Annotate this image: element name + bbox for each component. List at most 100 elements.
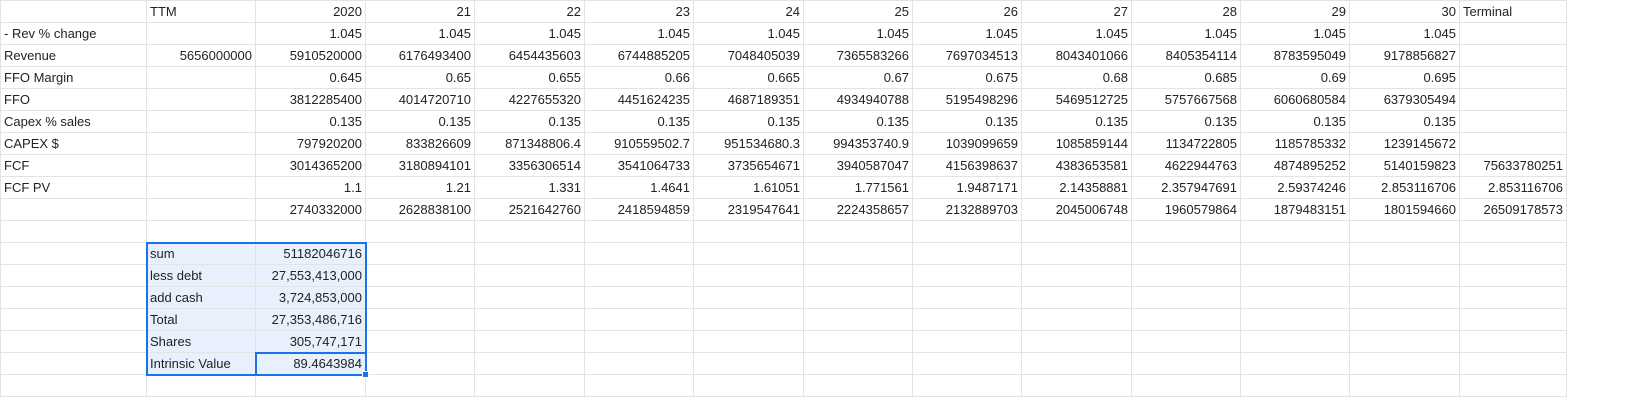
- cell[interactable]: 2.357947691: [1131, 176, 1241, 199]
- cell[interactable]: 0.675: [912, 66, 1022, 89]
- cell[interactable]: sum: [146, 242, 256, 265]
- cell[interactable]: 1134722805: [1131, 132, 1241, 155]
- cell[interactable]: 5757667568: [1131, 88, 1241, 111]
- cell[interactable]: 5656000000: [146, 44, 256, 67]
- cell[interactable]: 3541064733: [584, 154, 694, 177]
- cell[interactable]: [1021, 330, 1132, 353]
- row-label-cell[interactable]: [0, 264, 147, 287]
- cell[interactable]: [803, 286, 913, 309]
- cell[interactable]: [1240, 220, 1350, 243]
- cell[interactable]: 0.135: [365, 110, 475, 133]
- cell[interactable]: [803, 242, 913, 265]
- cell[interactable]: 910559502.7: [584, 132, 694, 155]
- cell[interactable]: [474, 220, 585, 243]
- cell[interactable]: 4687189351: [693, 88, 804, 111]
- cell[interactable]: [474, 308, 585, 331]
- cell[interactable]: [146, 132, 256, 155]
- cell[interactable]: [803, 330, 913, 353]
- cell[interactable]: 0.135: [1131, 110, 1241, 133]
- row-label-cell[interactable]: [0, 220, 147, 243]
- cell[interactable]: 3014365200: [255, 154, 366, 177]
- cell[interactable]: [584, 286, 694, 309]
- cell[interactable]: Total: [146, 308, 256, 331]
- cell[interactable]: 2.853116706: [1459, 176, 1567, 199]
- cell[interactable]: 4874895252: [1240, 154, 1350, 177]
- cell[interactable]: [365, 374, 475, 397]
- cell[interactable]: [146, 22, 256, 45]
- cell[interactable]: 1.1: [255, 176, 366, 199]
- cell[interactable]: 1239145672: [1349, 132, 1460, 155]
- cell[interactable]: 5469512725: [1021, 88, 1132, 111]
- cell[interactable]: 1960579864: [1131, 198, 1241, 221]
- cell[interactable]: 4451624235: [584, 88, 694, 111]
- cell[interactable]: 3,724,853,000: [255, 286, 366, 309]
- cell[interactable]: 7048405039: [693, 44, 804, 67]
- cell[interactable]: [146, 110, 256, 133]
- cell[interactable]: [1349, 374, 1460, 397]
- header-cell[interactable]: 24: [693, 0, 804, 23]
- row-label-cell[interactable]: CAPEX $: [0, 132, 147, 155]
- cell[interactable]: [912, 308, 1022, 331]
- cell[interactable]: [474, 242, 585, 265]
- row-label-cell[interactable]: [0, 198, 147, 221]
- row-label-cell[interactable]: Revenue: [0, 44, 147, 67]
- cell[interactable]: [912, 220, 1022, 243]
- cell[interactable]: 0.135: [255, 110, 366, 133]
- cell[interactable]: 5910520000: [255, 44, 366, 67]
- cell[interactable]: [693, 242, 804, 265]
- cell[interactable]: [1021, 352, 1132, 375]
- header-cell[interactable]: TTM: [146, 0, 256, 23]
- cell[interactable]: 0.135: [474, 110, 585, 133]
- row-label-cell[interactable]: [0, 242, 147, 265]
- cell[interactable]: [146, 88, 256, 111]
- cell[interactable]: [1240, 374, 1350, 397]
- cell[interactable]: 6060680584: [1240, 88, 1350, 111]
- cell[interactable]: [1459, 374, 1567, 397]
- cell[interactable]: 1.045: [1349, 22, 1460, 45]
- row-label-cell[interactable]: [0, 330, 147, 353]
- cell[interactable]: 305,747,171: [255, 330, 366, 353]
- cell[interactable]: 2132889703: [912, 198, 1022, 221]
- cell[interactable]: 1.331: [474, 176, 585, 199]
- header-cell[interactable]: 22: [474, 0, 585, 23]
- row-label-cell[interactable]: [0, 374, 147, 397]
- cell[interactable]: [1131, 286, 1241, 309]
- cell[interactable]: [584, 220, 694, 243]
- cell[interactable]: [912, 330, 1022, 353]
- header-cell[interactable]: 27: [1021, 0, 1132, 23]
- cell[interactable]: [584, 374, 694, 397]
- row-label-cell[interactable]: [0, 352, 147, 375]
- cell[interactable]: 0.69: [1240, 66, 1350, 89]
- cell[interactable]: 0.685: [1131, 66, 1241, 89]
- row-label-cell[interactable]: FCF PV: [0, 176, 147, 199]
- cell[interactable]: [255, 220, 366, 243]
- cell[interactable]: 1.045: [584, 22, 694, 45]
- cell[interactable]: 26509178573: [1459, 198, 1567, 221]
- cell[interactable]: 0.695: [1349, 66, 1460, 89]
- cell[interactable]: [1459, 88, 1567, 111]
- cell[interactable]: 51182046716: [255, 242, 366, 265]
- cell[interactable]: 1.771561: [803, 176, 913, 199]
- cell[interactable]: 0.135: [584, 110, 694, 133]
- cell[interactable]: [365, 352, 475, 375]
- cell[interactable]: [584, 264, 694, 287]
- cell[interactable]: 0.665: [693, 66, 804, 89]
- cell[interactable]: 1085859144: [1021, 132, 1132, 155]
- cell[interactable]: [693, 264, 804, 287]
- cell[interactable]: 0.135: [1240, 110, 1350, 133]
- cell[interactable]: 0.66: [584, 66, 694, 89]
- cell[interactable]: [1459, 44, 1567, 67]
- header-cell[interactable]: 21: [365, 0, 475, 23]
- cell[interactable]: [803, 374, 913, 397]
- cell[interactable]: [1240, 242, 1350, 265]
- cell[interactable]: 1.045: [803, 22, 913, 45]
- cell[interactable]: 0.135: [803, 110, 913, 133]
- cell[interactable]: 4383653581: [1021, 154, 1132, 177]
- cell[interactable]: [474, 352, 585, 375]
- cell[interactable]: add cash: [146, 286, 256, 309]
- cell[interactable]: [693, 352, 804, 375]
- cell[interactable]: [146, 220, 256, 243]
- header-cell[interactable]: 26: [912, 0, 1022, 23]
- cell[interactable]: [584, 308, 694, 331]
- cell[interactable]: 0.135: [1021, 110, 1132, 133]
